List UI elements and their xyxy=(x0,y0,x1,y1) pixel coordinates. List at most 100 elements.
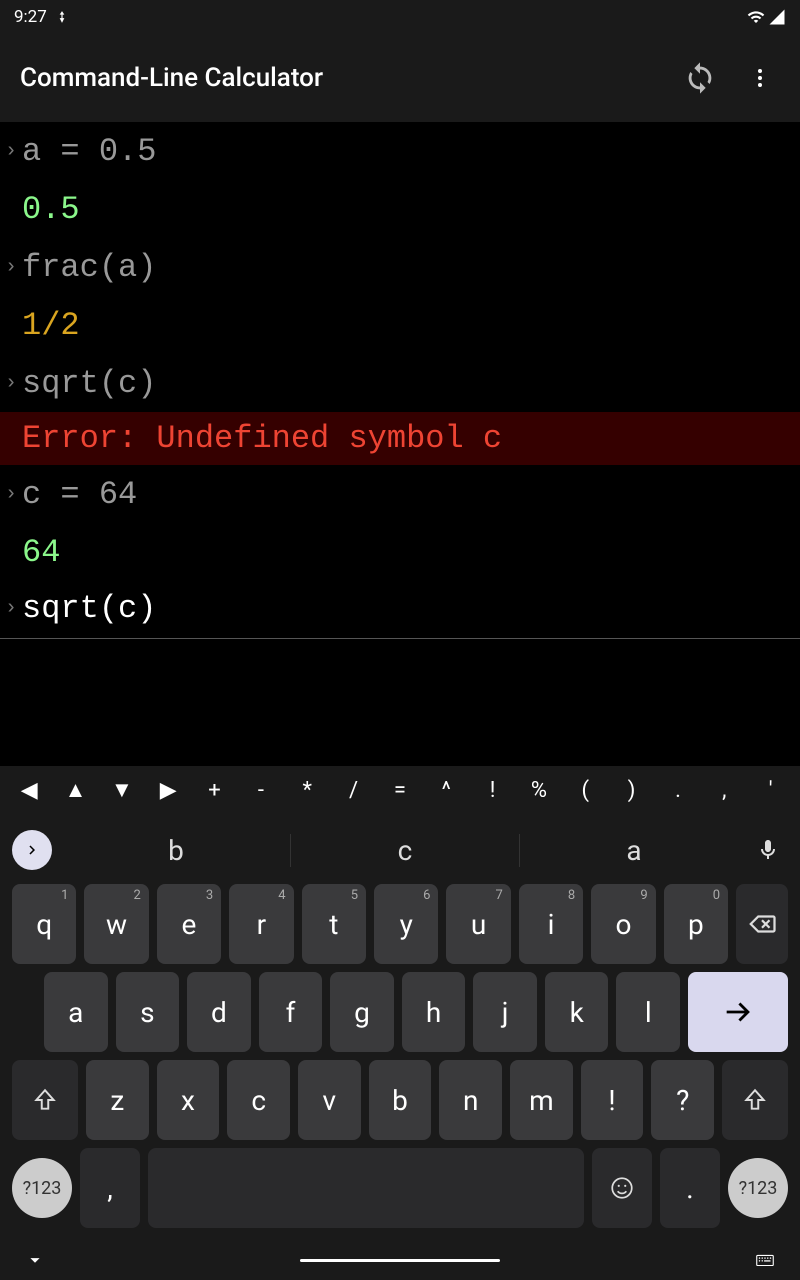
input-line: ›a = 0.5 xyxy=(0,122,800,180)
symbol-key[interactable]: ) xyxy=(610,770,654,810)
shift-icon xyxy=(742,1087,768,1113)
on-screen-keyboard: bca q1w2e3r4t5y6u7i8o9p0 asdfghjkl zxcvb… xyxy=(0,814,800,1240)
letter-key[interactable]: i8 xyxy=(519,884,583,964)
input-line: ›sqrt(c) xyxy=(0,354,800,412)
status-bar: 9:27 xyxy=(0,0,800,34)
letter-key[interactable]: ! xyxy=(581,1060,644,1140)
result-line: 1/2 xyxy=(0,296,800,354)
letter-key[interactable]: a xyxy=(44,972,108,1052)
letter-key[interactable]: m xyxy=(510,1060,573,1140)
symbol-toolbar: ◀▲▼▶+-*/=^!%().,' xyxy=(0,766,800,814)
letter-key[interactable]: l xyxy=(616,972,680,1052)
input-line: ›frac(a) xyxy=(0,238,800,296)
status-time: 9:27 xyxy=(14,7,47,27)
suggestion-item[interactable]: c xyxy=(291,834,520,867)
symbol-key[interactable]: ' xyxy=(749,770,793,810)
signal-icon xyxy=(768,8,786,26)
backspace-key[interactable] xyxy=(736,884,788,964)
wifi-icon xyxy=(746,8,766,26)
symbol-key[interactable]: * xyxy=(285,770,329,810)
letter-key[interactable]: u7 xyxy=(446,884,510,964)
symbol-key[interactable]: ^ xyxy=(424,770,468,810)
letter-key[interactable]: p0 xyxy=(664,884,728,964)
prompt-marker: › xyxy=(0,483,22,506)
enter-key[interactable] xyxy=(688,972,788,1052)
voice-input-button[interactable] xyxy=(748,830,788,870)
emoji-icon xyxy=(609,1175,635,1201)
comma-key[interactable]: , xyxy=(80,1148,140,1228)
more-vert-icon xyxy=(748,66,772,90)
mode-switch-key-right[interactable]: ?123 xyxy=(728,1158,788,1218)
letter-key[interactable]: q1 xyxy=(12,884,76,964)
symbol-key[interactable]: ( xyxy=(563,770,607,810)
prompt-marker: › xyxy=(0,597,22,620)
shift-key[interactable] xyxy=(12,1060,78,1140)
sync-icon xyxy=(683,61,717,95)
mode-switch-key-left[interactable]: ?123 xyxy=(12,1158,72,1218)
prompt-marker: › xyxy=(0,140,22,163)
letter-key[interactable]: k xyxy=(545,972,609,1052)
symbol-key[interactable]: ▲ xyxy=(54,770,98,810)
result-line: 0.5 xyxy=(0,180,800,238)
shift-key[interactable] xyxy=(722,1060,788,1140)
line-text: sqrt(c) xyxy=(22,590,156,627)
letter-key[interactable]: g xyxy=(330,972,394,1052)
letter-key[interactable]: f xyxy=(259,972,323,1052)
letter-key[interactable]: t5 xyxy=(302,884,366,964)
symbol-key[interactable]: ◀ xyxy=(7,770,51,810)
line-text: frac(a) xyxy=(22,249,156,286)
letter-key[interactable]: r4 xyxy=(229,884,293,964)
home-indicator[interactable] xyxy=(300,1259,500,1262)
overflow-menu-button[interactable] xyxy=(740,58,780,98)
symbol-key[interactable]: + xyxy=(193,770,237,810)
terminal-output[interactable]: ›a = 0.50.5›frac(a)1/2›sqrt(c)Error: Und… xyxy=(0,122,800,766)
backspace-icon xyxy=(747,909,777,939)
suggestion-row: bca xyxy=(4,820,796,880)
letter-key[interactable]: v xyxy=(298,1060,361,1140)
letter-key[interactable]: j xyxy=(473,972,537,1052)
symbol-key[interactable]: / xyxy=(332,770,376,810)
app-bar: Command-Line Calculator xyxy=(0,34,800,122)
line-text: 0.5 xyxy=(22,191,80,228)
symbol-key[interactable]: = xyxy=(378,770,422,810)
symbol-key[interactable]: , xyxy=(702,770,746,810)
symbol-key[interactable]: % xyxy=(517,770,561,810)
current-line[interactable]: ›sqrt(c) xyxy=(0,581,800,639)
keyboard-switch-icon[interactable] xyxy=(754,1249,776,1271)
letter-key[interactable]: ? xyxy=(651,1060,714,1140)
letter-key[interactable]: e3 xyxy=(157,884,221,964)
emoji-key[interactable] xyxy=(592,1148,652,1228)
letter-key[interactable]: h xyxy=(402,972,466,1052)
letter-key[interactable]: y6 xyxy=(374,884,438,964)
letter-key[interactable]: s xyxy=(116,972,180,1052)
symbol-key[interactable]: ! xyxy=(471,770,515,810)
letter-key[interactable]: n xyxy=(439,1060,502,1140)
prompt-marker: › xyxy=(0,372,22,395)
suggestion-item[interactable]: a xyxy=(520,834,748,867)
letter-key[interactable]: b xyxy=(369,1060,432,1140)
period-key[interactable]: . xyxy=(660,1148,720,1228)
letter-key[interactable]: x xyxy=(157,1060,220,1140)
navigation-bar xyxy=(0,1240,800,1280)
mic-icon xyxy=(756,838,780,862)
chevron-right-icon xyxy=(23,841,41,859)
line-text: a = 0.5 xyxy=(22,133,156,170)
expand-suggestion-button[interactable] xyxy=(12,830,52,870)
error-line: Error: Undefined symbol c xyxy=(0,412,800,465)
letter-key[interactable]: z xyxy=(86,1060,149,1140)
suggestion-item[interactable]: b xyxy=(62,834,291,867)
line-text: sqrt(c) xyxy=(22,365,156,402)
letter-key[interactable]: o9 xyxy=(591,884,655,964)
line-text: c = 64 xyxy=(22,476,137,513)
letter-key[interactable]: d xyxy=(187,972,251,1052)
nav-down-icon[interactable] xyxy=(24,1249,46,1271)
letter-key[interactable]: c xyxy=(227,1060,290,1140)
sync-button[interactable] xyxy=(680,58,720,98)
spacebar-key[interactable] xyxy=(148,1148,584,1228)
symbol-key[interactable]: - xyxy=(239,770,283,810)
symbol-key[interactable]: ▶ xyxy=(146,770,190,810)
symbol-key[interactable]: ▼ xyxy=(100,770,144,810)
letter-key[interactable]: w2 xyxy=(84,884,148,964)
symbol-key[interactable]: . xyxy=(656,770,700,810)
prompt-marker: › xyxy=(0,256,22,279)
